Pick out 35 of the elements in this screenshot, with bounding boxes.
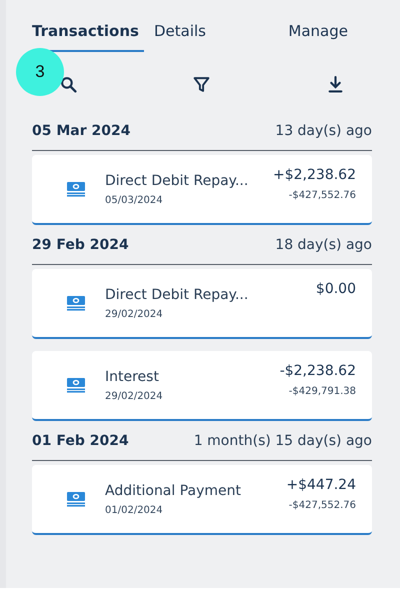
tab[interactable]: Details [144, 20, 244, 52]
transaction-date: 05/03/2024 [105, 194, 164, 206]
transaction-amount: $0.00 [316, 281, 356, 297]
balance: -$429,791.38 [288, 386, 356, 397]
transaction-card[interactable]: Direct Debit Repay... 05/03/2024 +$2,238.62 -$427,552.76 [32, 155, 372, 225]
transaction-title: Direct Debit Repay... [105, 286, 250, 302]
transaction-card[interactable]: Direct Debit Repay... 29/02/2024 $0.00 [32, 269, 372, 339]
search-icon[interactable] [60, 76, 78, 93]
group-date: 01 Feb 2024 [32, 433, 129, 449]
filter-icon[interactable] [193, 76, 210, 93]
money-icon [66, 491, 86, 507]
money-icon [66, 377, 86, 393]
transaction-card[interactable]: Additional Payment 01/02/2024 +$447.24 -$427,552.76 [32, 465, 372, 535]
transaction-card[interactable]: Interest 29/02/2024 -$2,238.62 -$429,791.38 [32, 351, 372, 421]
balance: -$427,552.76 [288, 190, 356, 201]
group-date: 29 Feb 2024 [32, 237, 129, 253]
relative-time: 1 month(s) 15 day(s) ago [194, 433, 372, 449]
transaction-date: 29/02/2024 [105, 390, 164, 402]
balance: -$427,552.76 [288, 500, 356, 511]
transaction-title: Interest [105, 368, 160, 384]
money-icon [66, 295, 86, 311]
transaction-amount: +$2,238.62 [273, 167, 356, 183]
transaction-amount: +$447.24 [286, 477, 356, 493]
download-icon[interactable] [326, 76, 344, 93]
relative-time: 18 day(s) ago [275, 237, 372, 253]
money-icon [66, 181, 86, 197]
tab[interactable]: Manage [244, 20, 372, 52]
transaction-amount: -$2,238.62 [280, 363, 356, 379]
relative-time: 13 day(s) ago [275, 123, 372, 139]
step-badge: 3 [16, 48, 64, 96]
transaction-date: 01/02/2024 [105, 504, 164, 516]
group-date: 05 Mar 2024 [32, 123, 130, 139]
transaction-date: 29/02/2024 [105, 308, 164, 320]
transaction-title: Additional Payment [105, 482, 242, 498]
transaction-title: Direct Debit Repay... [105, 172, 250, 188]
